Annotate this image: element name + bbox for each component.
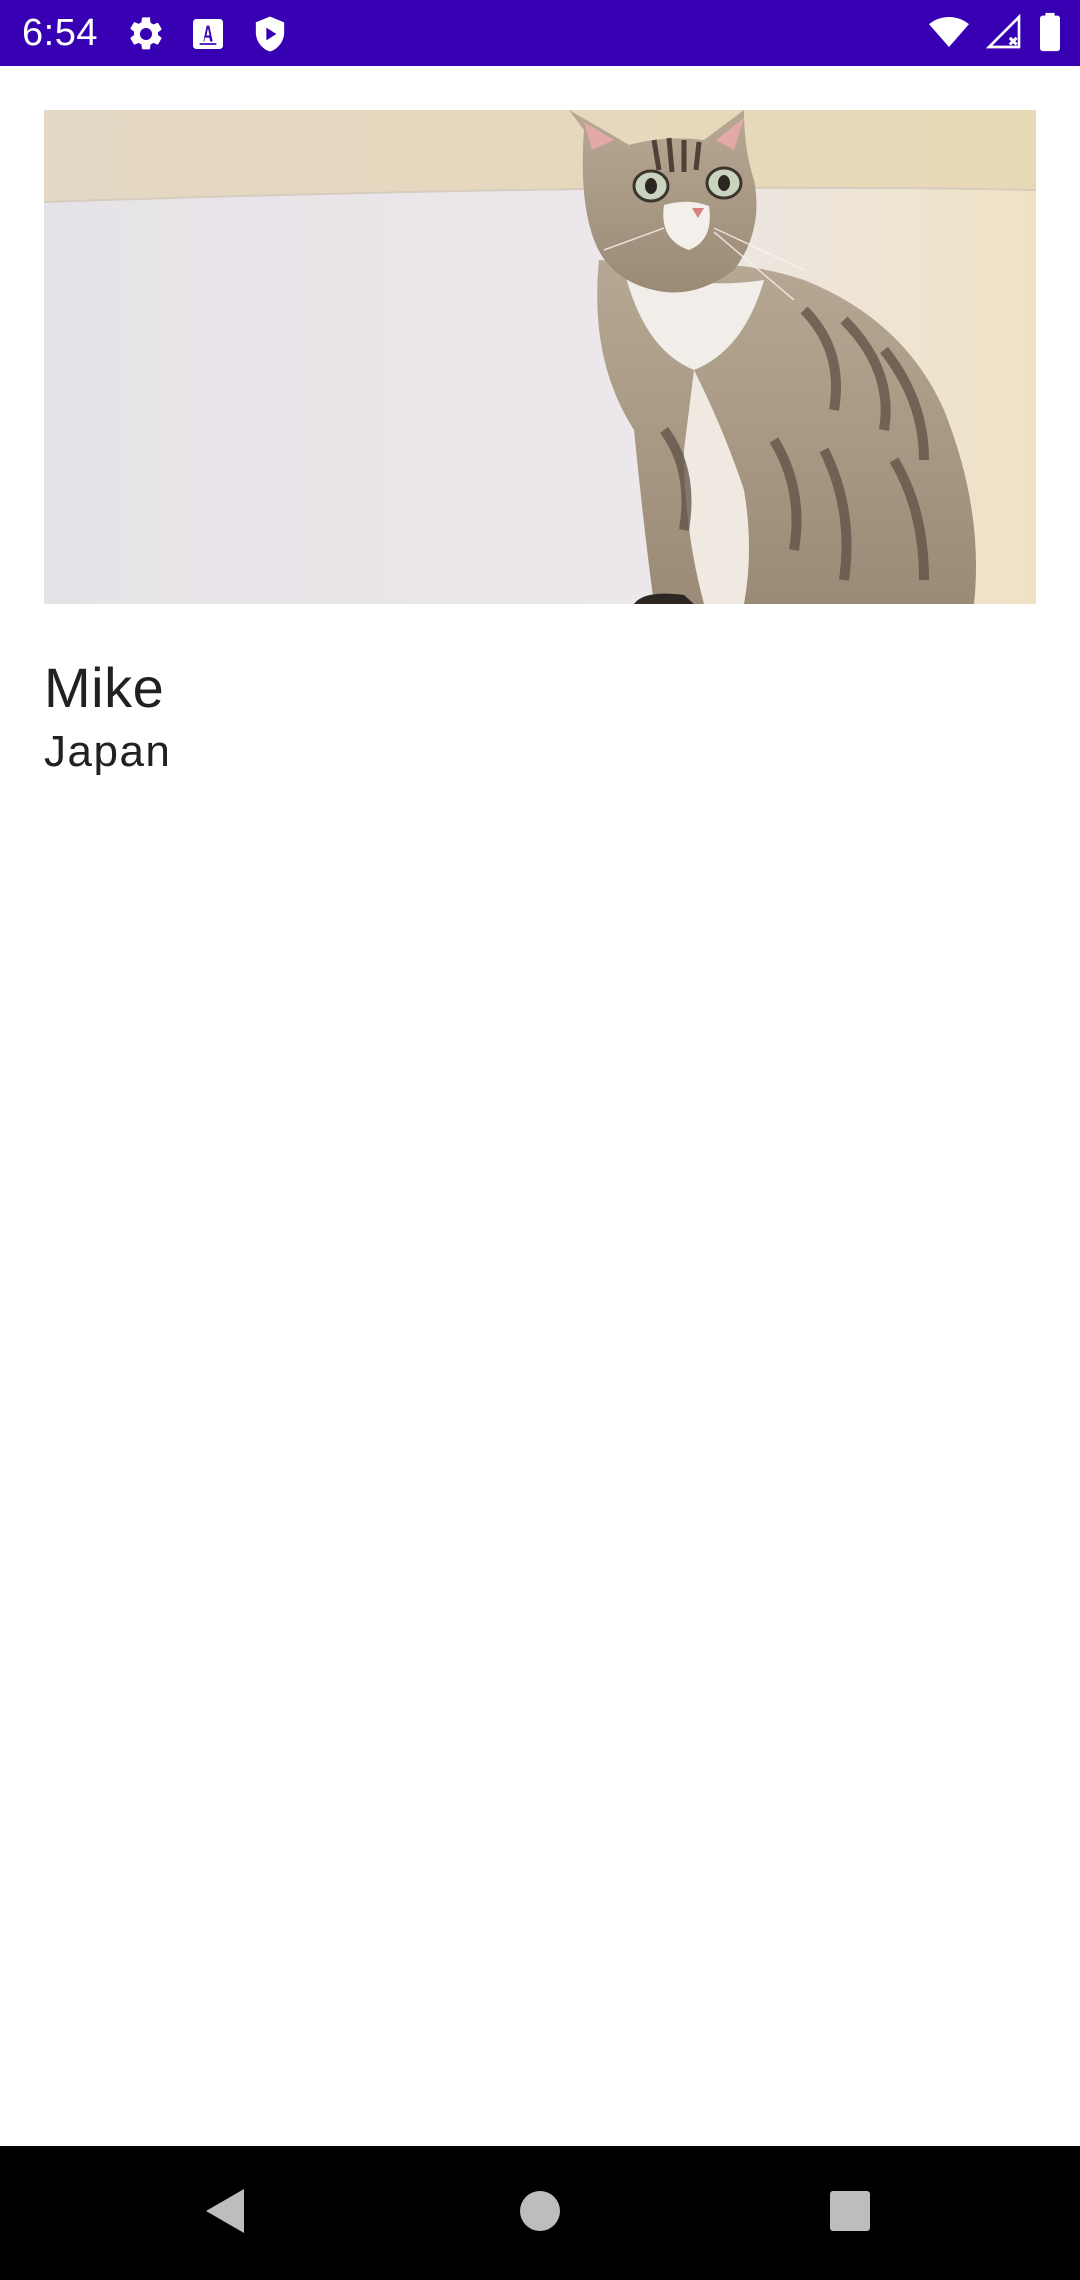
back-button[interactable] <box>126 2146 326 2280</box>
status-right-icons <box>914 12 1062 57</box>
detail-screen: Mike Japan <box>0 66 1080 2146</box>
gear-icon <box>126 14 166 54</box>
cat-photo <box>44 110 1036 604</box>
wifi-icon <box>928 12 970 57</box>
navigation-bar <box>0 2146 1080 2280</box>
home-button[interactable] <box>440 2146 640 2280</box>
signal-no-data-icon <box>984 12 1024 57</box>
recents-button[interactable] <box>750 2146 950 2280</box>
back-icon <box>202 2185 250 2242</box>
status-left-icons <box>126 14 312 54</box>
pet-country: Japan <box>44 727 172 776</box>
shield-play-icon <box>250 14 290 54</box>
pet-name: Mike <box>44 656 165 719</box>
recents-icon <box>828 2189 872 2238</box>
status-time: 6:54 <box>22 12 98 54</box>
battery-icon <box>1038 12 1062 57</box>
text-a-icon <box>188 14 228 54</box>
status-bar: 6:54 <box>0 0 1080 66</box>
home-icon <box>518 2189 562 2238</box>
